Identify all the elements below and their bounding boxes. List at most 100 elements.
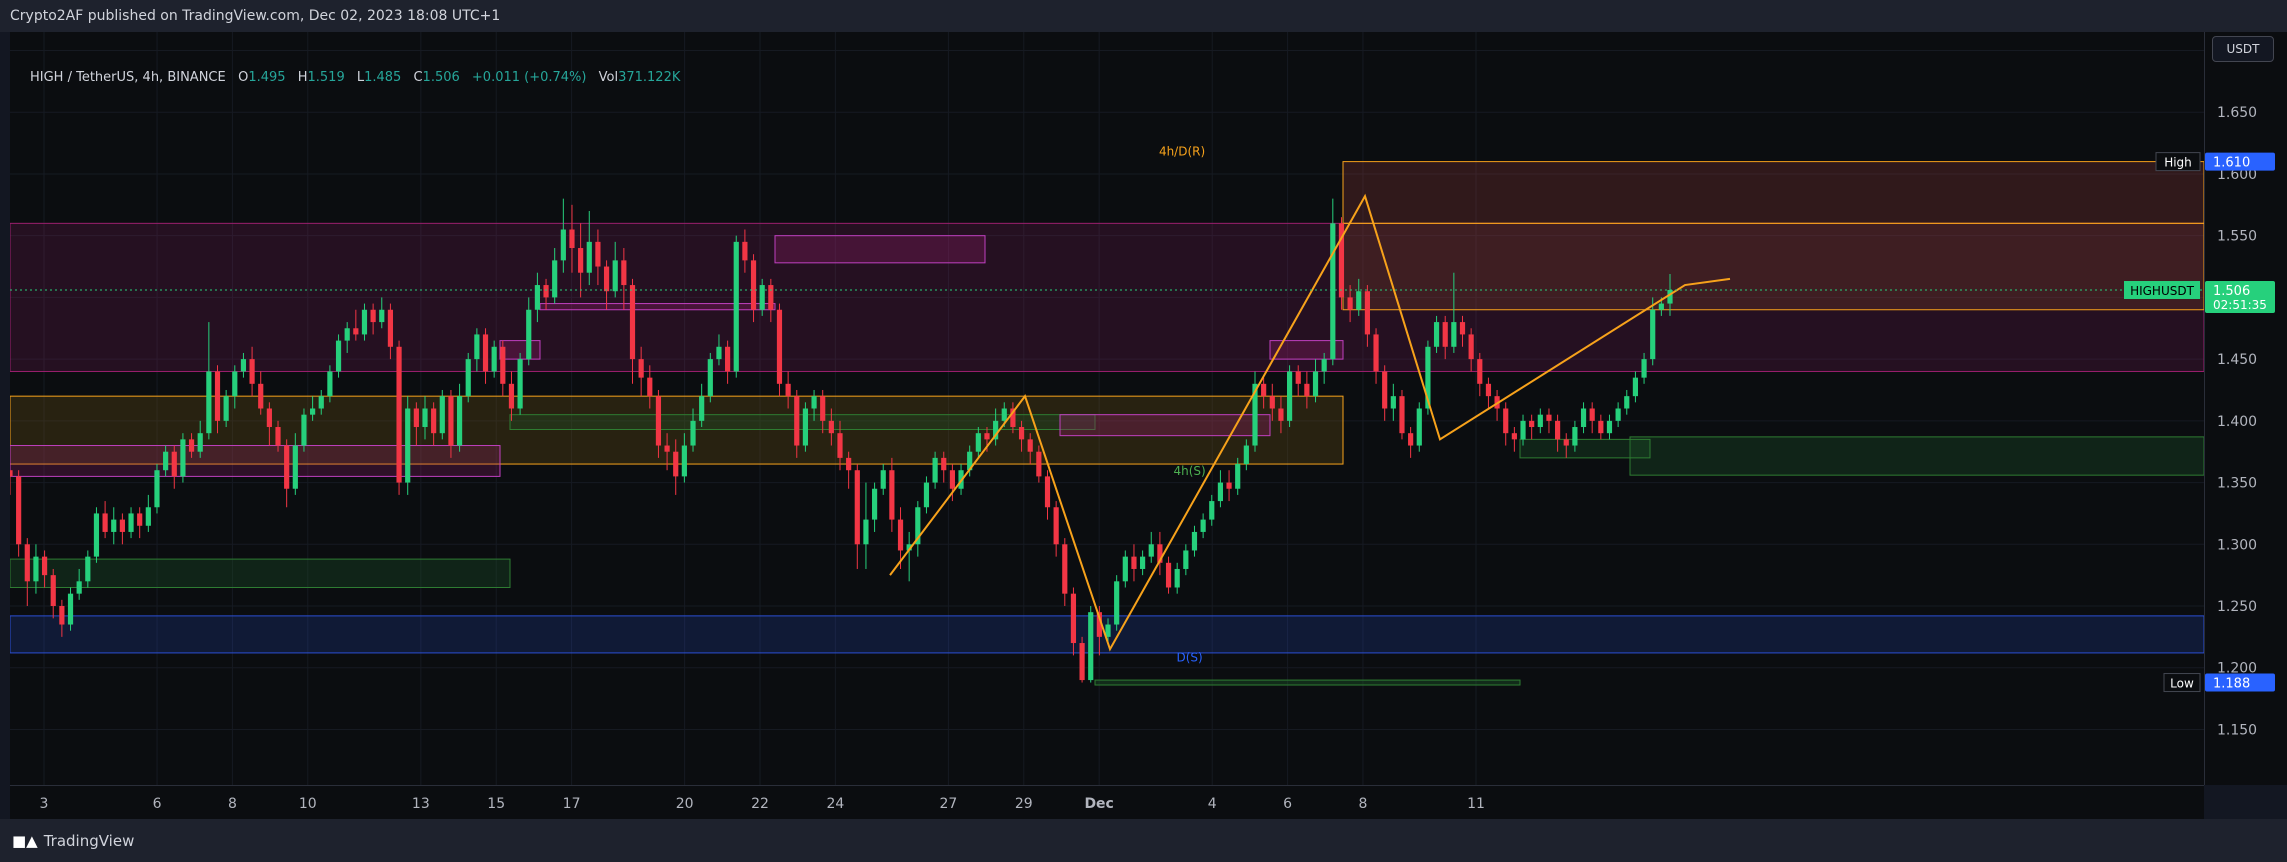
chart-pane[interactable]: 4h/D(R) 4h(S) D(S) High HIGHUSDT Low HIGH / T… xyxy=(10,32,2204,785)
candle-body xyxy=(733,241,739,372)
publish-header: Crypto2AF published on TradingView.com, … xyxy=(0,0,2287,32)
candle-body xyxy=(802,408,809,446)
candle-body xyxy=(1209,501,1215,520)
candle-body xyxy=(102,513,108,532)
candle-body xyxy=(232,371,238,397)
candle-body xyxy=(794,396,800,446)
price-axis-svg[interactable]: 1.7001.6501.6001.5501.5001.4501.4001.350… xyxy=(2205,32,2287,785)
candle-body xyxy=(638,359,644,378)
price-axis[interactable]: 1.7001.6501.6001.5501.5001.4501.4001.350… xyxy=(2204,32,2287,785)
candle-body xyxy=(1520,420,1526,440)
price-tick-label: 1.400 xyxy=(2217,414,2257,430)
candle-body xyxy=(820,396,826,421)
candle-body xyxy=(1235,464,1241,489)
candle-body xyxy=(491,346,497,372)
candle-body xyxy=(439,396,445,434)
candle-body xyxy=(180,439,186,477)
candle-body xyxy=(1183,550,1189,569)
candle-body xyxy=(413,408,419,428)
candle-body xyxy=(370,309,376,323)
candle-body xyxy=(517,359,523,409)
price-tick-label: 1.650 xyxy=(2217,105,2257,121)
candle-body xyxy=(621,260,627,286)
candle-body xyxy=(837,433,843,458)
time-tick-label: 8 xyxy=(228,796,237,812)
candle-body xyxy=(223,396,229,421)
candle-body xyxy=(508,383,515,409)
candle-body xyxy=(1650,309,1656,360)
candle-body xyxy=(1321,359,1327,372)
candle-body xyxy=(569,229,575,249)
candle-body xyxy=(500,346,506,384)
currency-unit-button[interactable]: USDT xyxy=(2212,36,2274,62)
candle-body xyxy=(1044,476,1051,508)
candle-body xyxy=(1399,396,1405,434)
tradingview-logo[interactable]: ■▲ TradingView xyxy=(12,832,134,850)
candle-body xyxy=(863,519,869,545)
candle-body xyxy=(1261,383,1267,397)
candle-body xyxy=(33,556,39,582)
chart-svg[interactable]: 4h/D(R) 4h(S) D(S) High HIGHUSDT Low xyxy=(10,32,2204,785)
price-marker-tag: HIGHUSDT xyxy=(2130,284,2195,298)
candle-body xyxy=(206,371,212,434)
candle-body xyxy=(647,377,653,397)
candle-body xyxy=(1295,371,1301,384)
time-tick-label: 10 xyxy=(299,796,317,812)
candle-body xyxy=(1062,544,1068,594)
candle-body xyxy=(1416,408,1422,446)
candle-body xyxy=(171,451,177,477)
order-block-magenta xyxy=(10,445,501,477)
candle-body xyxy=(292,445,298,489)
candle-body xyxy=(93,513,100,557)
candle-body xyxy=(1580,408,1587,428)
candle-body xyxy=(474,334,480,360)
candle-body xyxy=(871,488,878,520)
candle-body xyxy=(932,457,938,483)
candle-body xyxy=(1304,383,1310,397)
candle-body xyxy=(422,408,428,428)
candle-body xyxy=(1503,408,1509,434)
candle-body xyxy=(353,328,359,335)
candle-body xyxy=(301,414,307,446)
candle-body xyxy=(1356,291,1362,310)
time-axis[interactable]: 3 6 8 10 13 15 17 20 22 24 27 29 Dec 4 6 8 11 xyxy=(10,785,2204,820)
time-tick-label: 6 xyxy=(153,796,162,812)
candle-body xyxy=(923,482,930,508)
time-tick-label: 15 xyxy=(487,796,505,812)
candle-body xyxy=(534,285,540,310)
candle-body xyxy=(543,285,549,298)
candle-body xyxy=(828,420,834,434)
candle-body xyxy=(1390,396,1396,409)
legend-symbol[interactable]: HIGH / TetherUS, 4h, BINANCE xyxy=(30,70,226,85)
candle-body xyxy=(1165,562,1172,588)
candle-body xyxy=(266,408,272,428)
candle-body xyxy=(119,519,125,532)
candle-body xyxy=(1468,334,1474,360)
candle-body xyxy=(552,260,558,298)
legend-close: 1.506 xyxy=(422,70,460,85)
candle-body xyxy=(560,229,566,261)
resistance-zone-orange xyxy=(1342,222,2204,311)
candle-body xyxy=(690,420,696,446)
price-marker-value: 1.610 xyxy=(2213,156,2250,171)
candle-body xyxy=(335,340,342,372)
candle-body xyxy=(1529,420,1535,428)
time-axis-svg[interactable]: 3 6 8 10 13 15 17 20 22 24 27 29 Dec 4 6 8 11 xyxy=(10,786,2204,820)
candle-body xyxy=(1079,643,1085,681)
time-tick-label: 27 xyxy=(940,796,958,812)
candle-body xyxy=(1174,568,1180,588)
candle-body xyxy=(465,359,471,397)
zone-label: 4h/D(R) xyxy=(1159,144,1205,158)
candle-body xyxy=(24,544,30,582)
demand-zone-green xyxy=(10,558,511,588)
candle-body xyxy=(85,556,91,582)
candle-body xyxy=(275,427,281,446)
candle-body xyxy=(76,581,82,594)
candle-body xyxy=(578,248,584,273)
time-tick-label: 22 xyxy=(751,796,769,812)
candle-body xyxy=(1658,303,1664,310)
candle-body xyxy=(707,359,713,397)
candle-body xyxy=(396,346,402,483)
time-tick-label: 6 xyxy=(1283,796,1292,812)
candle-body xyxy=(1451,322,1457,347)
